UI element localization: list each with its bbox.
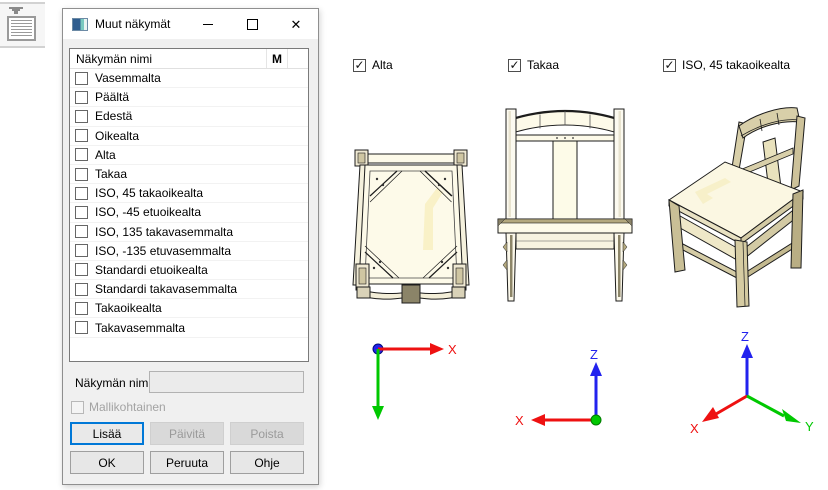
list-item-paalta[interactable]: Päältä: [70, 88, 308, 107]
lisaa-button[interactable]: Lisää: [70, 422, 144, 445]
y-axis-arrow: [782, 409, 801, 423]
view-list[interactable]: Näkymän nimi M Vasemmalta Päältä Edestä …: [69, 48, 309, 362]
checkbox-unchecked[interactable]: [75, 321, 88, 334]
maximize-icon: [247, 19, 258, 30]
list-item-oikealta[interactable]: Oikealta: [70, 127, 308, 146]
checkbox-unchecked[interactable]: [75, 263, 88, 276]
z-axis-label: Z: [590, 347, 598, 362]
side-panel-tab[interactable]: [0, 2, 45, 48]
checkbox-unchecked[interactable]: [75, 302, 88, 315]
list-item-takaoikealta[interactable]: Takaoikealta: [70, 299, 308, 318]
list-item-takavasemmalta[interactable]: Takavasemmalta: [70, 318, 308, 337]
model-specific-checkbox: Mallikohtainen: [71, 400, 166, 414]
view-name-label: Näkymän nimi: [75, 376, 151, 390]
paivita-button: Päivitä: [150, 422, 224, 445]
dialog-titlebar[interactable]: Muut näkymät ✕: [63, 9, 318, 39]
ok-button[interactable]: OK: [70, 451, 144, 474]
checkbox-unchecked[interactable]: [75, 244, 88, 257]
y-axis-label-clipped: Y: [372, 420, 381, 422]
z-axis-arrow: [590, 362, 602, 376]
checkbox-unchecked[interactable]: [75, 129, 88, 142]
axis-triad-back-view: Z X: [513, 344, 625, 428]
list-item-std-etuoikealta[interactable]: Standardi etuoikealta: [70, 261, 308, 280]
x-axis-label: X: [448, 342, 457, 357]
checkbox-checked[interactable]: [353, 59, 366, 72]
checkbox-unchecked[interactable]: [75, 148, 88, 161]
ohje-button[interactable]: Ohje: [230, 451, 304, 474]
close-button[interactable]: ✕: [274, 9, 318, 39]
list-item-std-takavasemmalta[interactable]: Standardi takavasemmalta: [70, 280, 308, 299]
checkbox-unchecked[interactable]: [75, 91, 88, 104]
y-axis-dot: [591, 415, 601, 425]
x-axis-arrow: [531, 414, 545, 426]
poista-button: Poista: [230, 422, 304, 445]
list-item-vasemmalta[interactable]: Vasemmalta: [70, 69, 308, 88]
checkbox-unchecked[interactable]: [75, 206, 88, 219]
viewport-checkbox-iso45[interactable]: ISO, 45 takaoikealta: [663, 58, 790, 72]
viewport-checkbox-alta[interactable]: Alta: [353, 58, 393, 72]
filter-icon: [9, 7, 23, 15]
list-header[interactable]: Näkymän nimi M: [70, 49, 308, 69]
viewport-checkbox-takaa[interactable]: Takaa: [508, 58, 559, 72]
checkbox-unchecked[interactable]: [75, 283, 88, 296]
dialog-app-icon: [72, 18, 88, 31]
y-axis-arrow: [372, 406, 384, 420]
checkbox-unchecked[interactable]: [75, 187, 88, 200]
list-item-iso135[interactable]: ISO, 135 takavasemmalta: [70, 223, 308, 242]
column-header-name[interactable]: Näkymän nimi: [70, 52, 266, 66]
minimize-icon: [203, 24, 213, 25]
checkbox-checked[interactable]: [508, 59, 521, 72]
x-axis-arrow: [702, 407, 719, 422]
checkbox-unchecked[interactable]: [75, 110, 88, 123]
chair-bottom-view: [350, 146, 472, 308]
view-name-input[interactable]: [149, 371, 304, 393]
y-axis-label: Y: [805, 419, 814, 434]
z-axis-arrow: [741, 344, 753, 358]
chair-iso-view: [655, 92, 807, 322]
x-axis-label: X: [515, 413, 524, 428]
list-item-iso45[interactable]: ISO, 45 takaoikealta: [70, 184, 308, 203]
checkbox-checked[interactable]: [663, 59, 676, 72]
peruuta-button[interactable]: Peruuta: [150, 451, 224, 474]
column-header-extra: [288, 49, 308, 68]
x-axis-arrow: [430, 343, 444, 355]
checkbox-disabled: [71, 401, 84, 414]
list-item-takaa[interactable]: Takaa: [70, 165, 308, 184]
axis-triad-iso-view: Z X Y: [688, 328, 822, 438]
maximize-button[interactable]: [230, 9, 274, 39]
list-item-iso-45[interactable]: ISO, -45 etuoikealta: [70, 203, 308, 222]
checkbox-unchecked[interactable]: [75, 168, 88, 181]
drawing-sheet-icon: [7, 16, 36, 41]
dialog-title: Muut näkymät: [95, 17, 170, 31]
list-item-edesta[interactable]: Edestä: [70, 107, 308, 126]
chair-back-view: [495, 95, 635, 310]
checkbox-unchecked[interactable]: [75, 225, 88, 238]
minimize-button[interactable]: [186, 9, 230, 39]
list-item-iso-135[interactable]: ISO, -135 etuvasemmalta: [70, 242, 308, 261]
list-item-alta[interactable]: Alta: [70, 146, 308, 165]
muut-nakymat-dialog: Muut näkymät ✕ Näkymän nimi M Vasemmalta…: [62, 8, 319, 485]
column-header-m[interactable]: M: [266, 49, 288, 68]
axis-triad-bottom-view: X Y: [348, 336, 460, 422]
checkbox-unchecked[interactable]: [75, 72, 88, 85]
x-axis-label: X: [690, 421, 699, 436]
z-axis-label: Z: [741, 329, 749, 344]
close-icon: ✕: [291, 18, 302, 31]
